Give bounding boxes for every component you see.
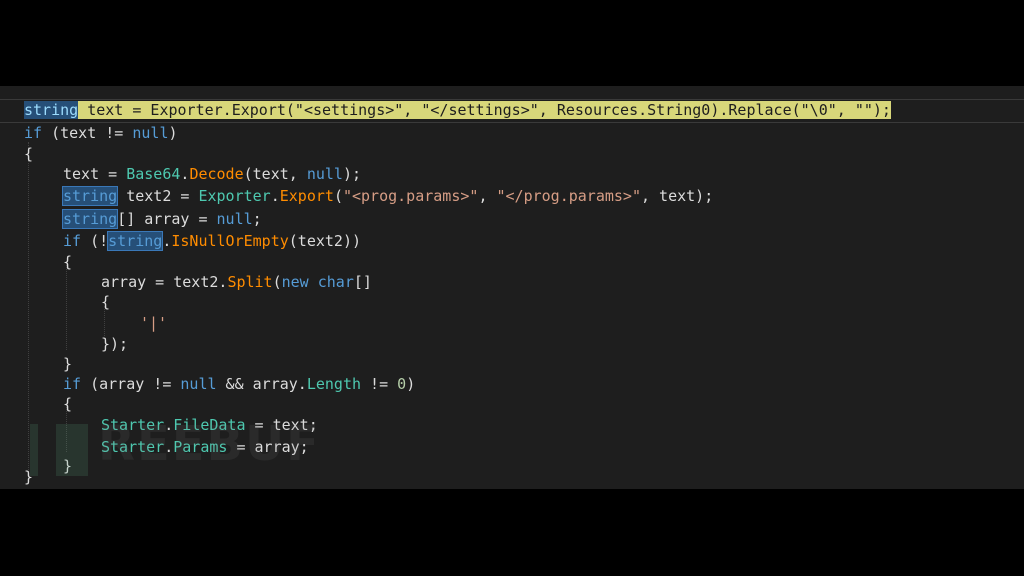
code-line-11: '|' [140,313,167,333]
token-text: (text != [42,124,133,142]
token-text: ( [272,273,282,291]
code-line-5: string text2 = Exporter.Export("<prog.pa… [61,186,714,206]
token-text: , text); [641,187,714,205]
token-brace: { [101,293,111,311]
find-highlight: text = Exporter.Export("<settings>", "</… [78,101,891,119]
token-type: Exporter [198,187,271,205]
token-string: '|' [140,314,168,332]
token-text: [] [353,273,372,291]
token-property: Length [306,375,362,393]
token-brace: { [63,395,73,413]
token-text: (! [81,232,109,250]
code-line-6: string[] array = null; [61,209,262,229]
token-method: Decode [189,165,244,183]
code-line-8: { [63,252,72,272]
code-line-2: if (text != null) [24,123,178,143]
watermark: REEBUF [98,416,321,472]
token-keyword: null [132,124,169,142]
token-string: "<prog.params>" [342,187,479,205]
token-brace: { [24,145,34,163]
indent-guide [66,262,67,350]
token-text: && array. [216,375,307,393]
watermark-logo-box [56,424,88,476]
code-line-9: array = text2.Split(new char[] [101,272,372,292]
token-method: Split [227,273,273,291]
token-text: ) [406,375,416,393]
token-string: "</prog.params>" [496,187,642,205]
token-method: IsNullOrEmpty [171,232,289,250]
token-type: Base64 [126,165,181,183]
token-text: , [478,187,497,205]
token-text: . [270,187,280,205]
token-keyword: if [63,375,82,393]
code-editor[interactable]: string text = Exporter.Export("<settings… [0,86,1024,489]
token-text: text = [63,165,127,183]
token-keyword: null [180,375,217,393]
token-keyword: null [306,165,343,183]
code-line-3: { [24,144,33,164]
token-keyword: string [61,186,119,206]
code-line-15: { [63,394,72,414]
token-text: array = text2. [101,273,228,291]
token-text: (text, [243,165,307,183]
token-brace: }); [101,335,129,353]
code-line-14: if (array != null && array.Length != 0) [63,374,415,394]
token-text: ) [168,124,178,142]
code-line-10: { [101,292,110,312]
token-brace: { [63,253,73,271]
token-keyword: string [107,231,164,251]
token-number: 0 [397,375,407,393]
token-text: ; [252,210,262,228]
token-text: != [361,375,398,393]
watermark-logo-bar [30,424,38,476]
token-keyword: string [61,209,119,229]
token-text: ( [333,187,343,205]
code-line-7: if (!string.IsNullOrEmpty(text2)) [63,231,361,251]
token-keyword: null [216,210,253,228]
token-keyword: if [63,232,82,250]
indent-guide [28,142,29,472]
token-text: text2 = [117,187,199,205]
token-keyword: char [317,273,354,291]
token-brace: } [63,355,73,373]
token-text: (text2)) [288,232,362,250]
code-line-13: } [63,354,72,374]
token-keyword: string [24,101,79,119]
token-text: [] array = [117,210,217,228]
token-method: Export [279,187,334,205]
token-text: (array != [81,375,181,393]
code-line-1: string text = Exporter.Export("<settings… [24,100,891,120]
token-text: ); [342,165,362,183]
code-line-4: text = Base64.Decode(text, null); [63,164,361,184]
code-line-12: }); [101,334,128,354]
token-keyword: if [24,124,43,142]
token-keyword: new [281,273,309,291]
